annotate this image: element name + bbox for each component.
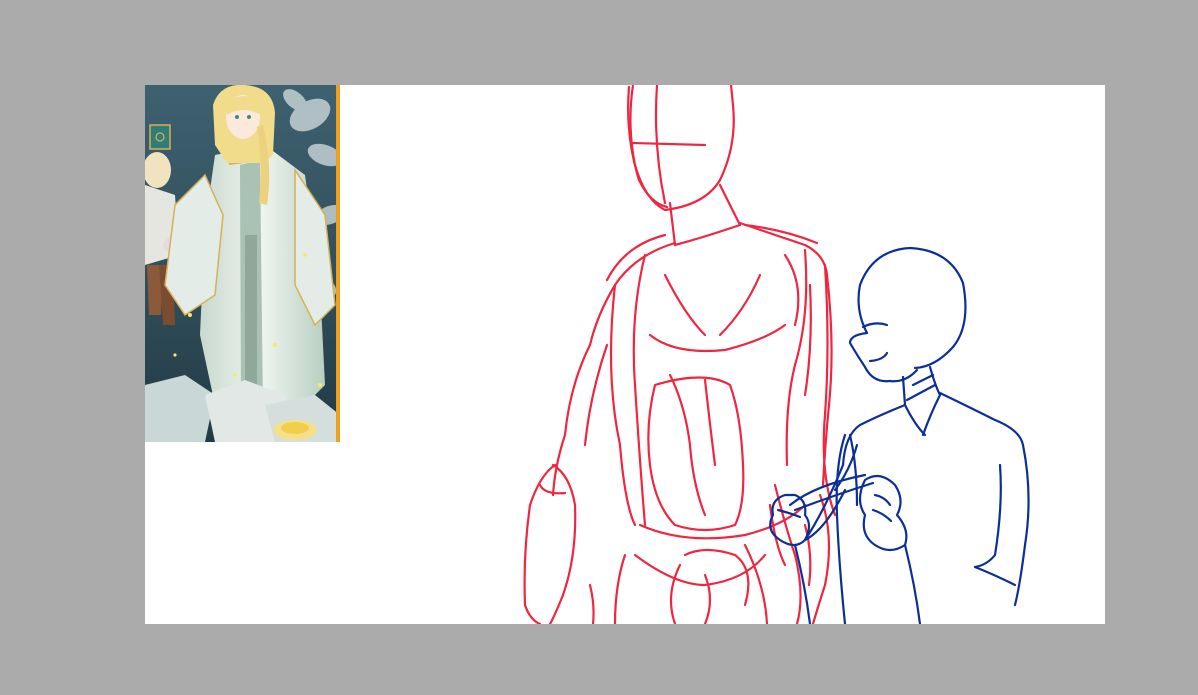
sketch-layer[interactable] xyxy=(145,85,1105,624)
blue-figure-sketch xyxy=(769,246,1030,624)
drawing-canvas[interactable] xyxy=(145,85,1105,624)
workspace-background xyxy=(0,0,1198,695)
